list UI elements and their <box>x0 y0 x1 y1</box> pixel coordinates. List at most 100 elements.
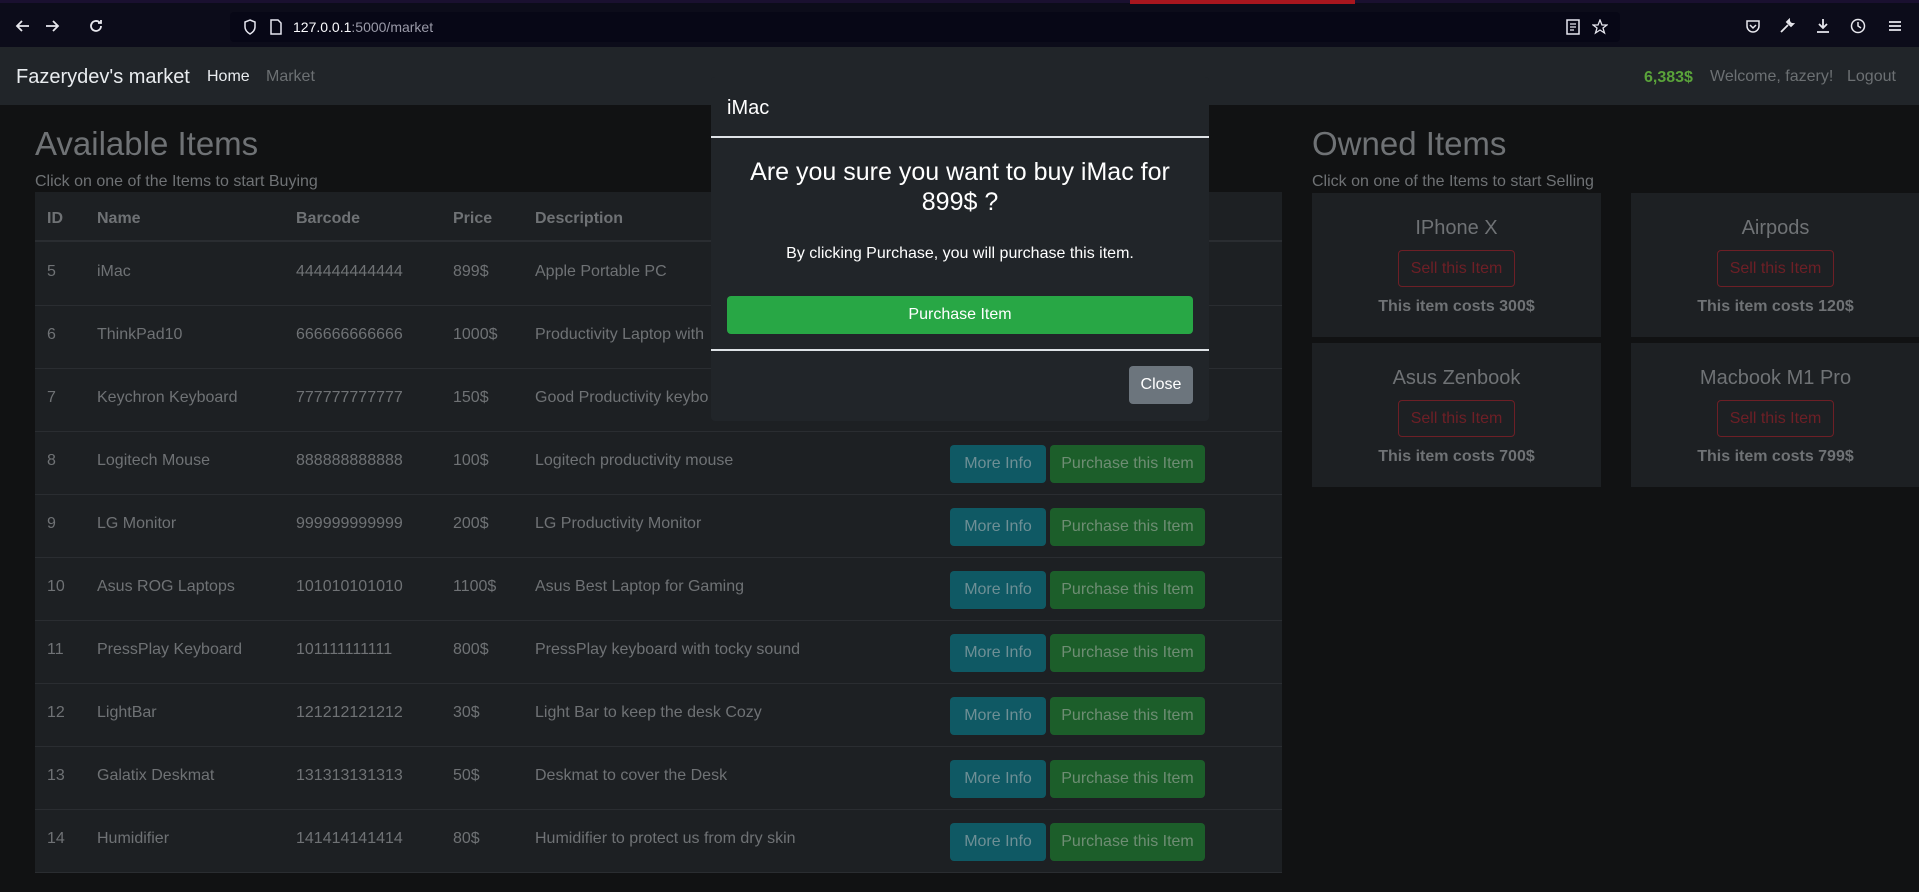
table-row[interactable]: 14 Humidifier 141414141414 80$ Humidifier to… <box>35 810 1282 873</box>
cell-barcode: 888888888888 <box>296 452 403 469</box>
table-row[interactable]: 10 Asus ROG Laptops 101010101010 1100$ Asus … <box>35 558 1282 621</box>
cell-price: 100$ <box>453 452 489 469</box>
cell-barcode: 101111111111 <box>296 641 393 658</box>
address-bar[interactable]: 127.0.0.1:5000/market <box>230 12 1620 42</box>
cell-name: Galatix Deskmat <box>97 767 215 784</box>
purchase-this-item-button[interactable]: Purchase this Item <box>1050 634 1205 672</box>
sell-item-button[interactable]: Sell this Item <box>1717 400 1834 437</box>
cell-name: PressPlay Keyboard <box>97 641 242 658</box>
modal-footer: Close <box>711 349 1209 421</box>
owned-items-title: Owned Items <box>1312 125 1507 162</box>
purchase-item-button[interactable]: Purchase Item <box>727 296 1193 334</box>
owned-item-card[interactable]: Macbook M1 Pro Sell this Item This item … <box>1631 343 1919 487</box>
pocket-icon[interactable] <box>1742 15 1764 37</box>
cell-name: Asus ROG Laptops <box>97 578 235 595</box>
purchase-this-item-button[interactable]: Purchase this Item <box>1050 823 1205 861</box>
wrench-icon[interactable] <box>1776 15 1798 37</box>
sell-item-button[interactable]: Sell this Item <box>1717 250 1834 287</box>
cell-price: 200$ <box>453 515 489 532</box>
owned-item-cost: This item costs 120$ <box>1697 298 1854 315</box>
cell-barcode: 131313131313 <box>296 767 403 784</box>
cell-barcode: 101010101010 <box>296 578 403 595</box>
cell-id: 12 <box>47 704 65 721</box>
owned-item-name: Asus Zenbook <box>1392 367 1521 389</box>
more-info-button[interactable]: More Info <box>950 823 1046 861</box>
cell-price: 50$ <box>453 767 480 784</box>
browser-toolbar: 127.0.0.1:5000/market <box>0 0 1919 47</box>
more-info-button[interactable]: More Info <box>950 445 1046 483</box>
owned-item-card[interactable]: IPhone X Sell this Item This item costs … <box>1312 193 1601 337</box>
url-text[interactable]: 127.0.0.1:5000/market <box>293 19 433 35</box>
table-row[interactable]: 9 LG Monitor 999999999999 200$ LG Productivi… <box>35 495 1282 558</box>
cell-name: Keychron Keyboard <box>97 389 238 406</box>
cell-id: 11 <box>47 641 64 658</box>
history-icon[interactable] <box>1847 15 1869 37</box>
cell-barcode: 666666666666 <box>296 326 403 343</box>
table-row[interactable]: 8 Logitech Mouse 888888888888 100$ Logitech … <box>35 432 1282 495</box>
logout-link[interactable]: Logout <box>1847 68 1896 86</box>
cell-description: Deskmat to cover the Desk <box>535 767 728 784</box>
cell-name: Humidifier <box>97 830 170 847</box>
column-header-name: Name <box>97 210 141 227</box>
column-header-barcode: Barcode <box>296 210 361 227</box>
cell-description: Light Bar to keep the desk Cozy <box>535 704 762 721</box>
cell-barcode: 121212121212 <box>296 704 403 721</box>
download-icon[interactable] <box>1812 15 1834 37</box>
cell-id: 7 <box>47 389 56 406</box>
column-header-price: Price <box>453 210 493 227</box>
owned-item-card[interactable]: Airpods Sell this Item This item costs 1… <box>1631 193 1919 337</box>
more-info-button[interactable]: More Info <box>950 760 1046 798</box>
more-info-button[interactable]: More Info <box>950 571 1046 609</box>
cell-id: 8 <box>47 452 56 469</box>
cell-name: iMac <box>97 263 131 280</box>
modal-header: iMac <box>711 77 1209 138</box>
reader-view-icon[interactable] <box>1563 17 1583 37</box>
brand-link[interactable]: Fazerydev's market <box>16 66 190 89</box>
cell-price: 80$ <box>453 830 480 847</box>
reload-icon[interactable] <box>85 15 107 37</box>
more-info-button[interactable]: More Info <box>950 634 1046 672</box>
purchase-this-item-button[interactable]: Purchase this Item <box>1050 571 1205 609</box>
cell-id: 14 <box>47 830 65 847</box>
purchase-this-item-button[interactable]: Purchase this Item <box>1050 760 1205 798</box>
cell-description: Good Productivity keybo <box>535 389 709 406</box>
cell-price: 899$ <box>453 263 489 280</box>
cell-description: Logitech productivity mouse <box>535 452 734 469</box>
close-button[interactable]: Close <box>1129 366 1193 404</box>
shield-icon[interactable] <box>240 17 260 37</box>
nav-home[interactable]: Home <box>207 68 250 86</box>
cell-id: 10 <box>47 578 65 595</box>
sell-item-button[interactable]: Sell this Item <box>1398 400 1515 437</box>
owned-item-cost: This item costs 799$ <box>1697 448 1854 465</box>
cell-price: 30$ <box>453 704 480 721</box>
modal-question: Are you sure you want to buy iMac for 89… <box>750 158 1170 216</box>
purchase-this-item-button[interactable]: Purchase this Item <box>1050 445 1205 483</box>
owned-item-name: IPhone X <box>1415 217 1498 239</box>
menu-icon[interactable] <box>1884 15 1906 37</box>
cell-barcode: 777777777777 <box>296 389 403 406</box>
column-header-id: ID <box>47 210 63 227</box>
table-row[interactable]: 12 LightBar 121212121212 30$ Light Bar to ke… <box>35 684 1282 747</box>
table-row[interactable]: 13 Galatix Deskmat 131313131313 50$ Deskmat … <box>35 747 1282 810</box>
cell-description: PressPlay keyboard with tocky sound <box>535 641 801 658</box>
purchase-this-item-button[interactable]: Purchase this Item <box>1050 697 1205 735</box>
welcome-text: Welcome, fazery! <box>1710 68 1834 85</box>
column-header-description: Description <box>535 210 624 227</box>
sell-item-button[interactable]: Sell this Item <box>1398 250 1515 287</box>
cell-description: Asus Best Laptop for Gaming <box>535 578 744 595</box>
forward-icon[interactable] <box>41 15 63 37</box>
more-info-button[interactable]: More Info <box>950 697 1046 735</box>
cell-name: ThinkPad10 <box>97 326 183 343</box>
back-icon[interactable] <box>12 15 34 37</box>
more-info-button[interactable]: More Info <box>950 508 1046 546</box>
owned-item-card[interactable]: Asus Zenbook Sell this Item This item co… <box>1312 343 1601 487</box>
cell-id: 6 <box>47 326 56 343</box>
purchase-this-item-button[interactable]: Purchase this Item <box>1050 508 1205 546</box>
page-icon[interactable] <box>266 17 286 37</box>
table-row[interactable]: 11 PressPlay Keyboard 101111111111 800$ Pres… <box>35 621 1282 684</box>
owned-items-subtitle: Click on one of the Items to start Selli… <box>1312 173 1594 190</box>
nav-market[interactable]: Market <box>266 68 315 86</box>
cell-id: 13 <box>47 767 65 784</box>
modal-note: By clicking Purchase, you will purchase … <box>786 245 1134 262</box>
bookmark-star-icon[interactable] <box>1590 17 1610 37</box>
